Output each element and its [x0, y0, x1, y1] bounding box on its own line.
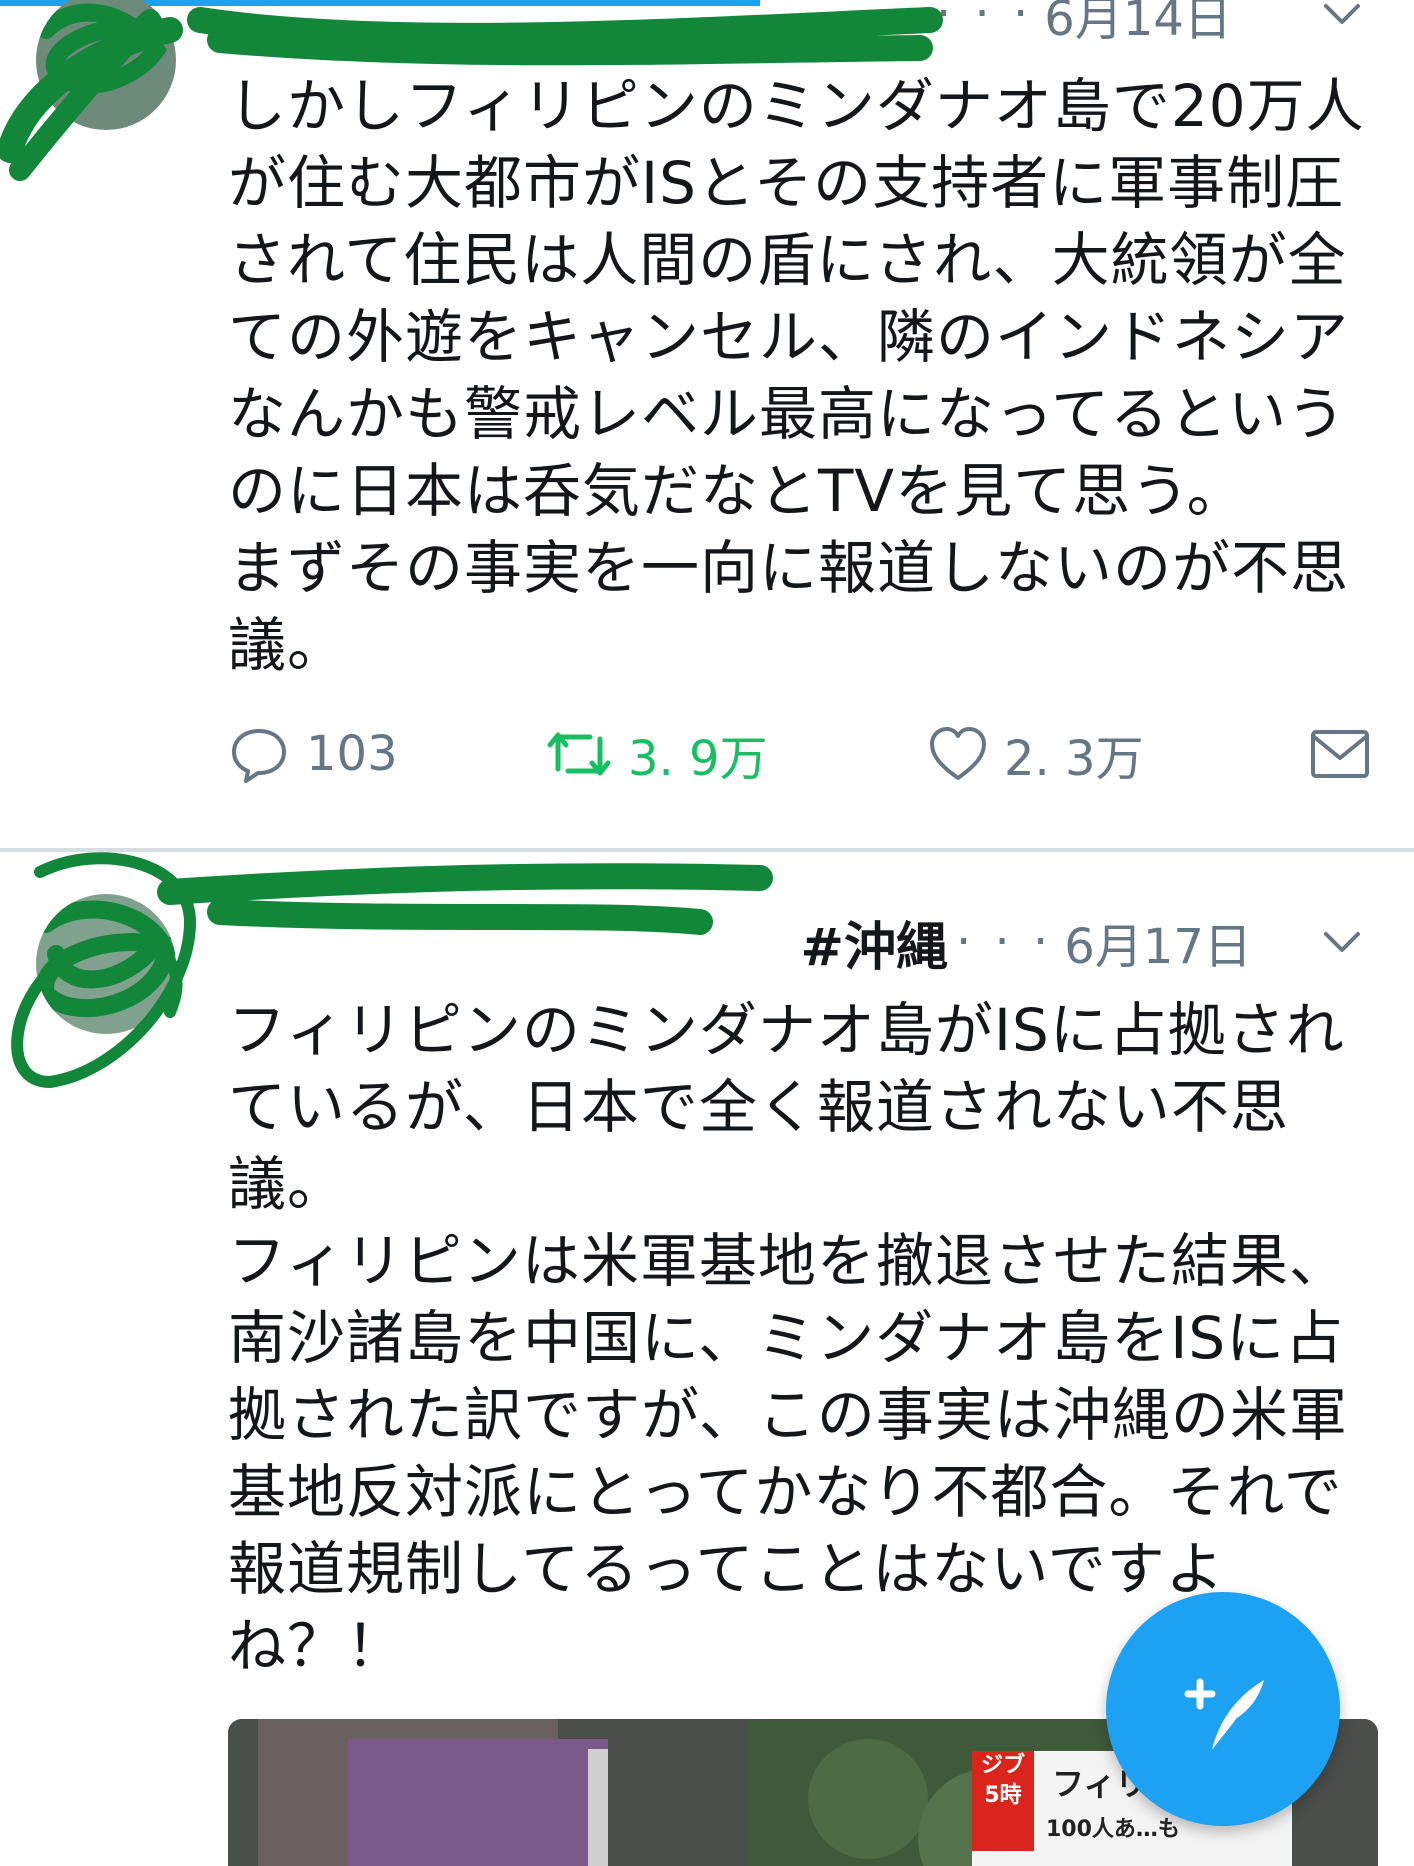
news-program-badge: ジブ 5時 — [972, 1751, 1034, 1851]
retweet-button[interactable]: 3. 9万 — [546, 714, 768, 794]
chevron-down-icon[interactable] — [1320, 0, 1364, 48]
tweet-text: フィリピンのミンダナオ島がISに占拠され ているが、日本で全く報道されない不思 … — [228, 996, 1348, 1680]
tweet-date[interactable]: 6月14日 — [1044, 0, 1232, 49]
avatar[interactable] — [36, 0, 176, 130]
retweet-count: 3. 9万 — [628, 731, 768, 787]
retweet-icon — [547, 732, 611, 776]
compose-tweet-button[interactable] — [1106, 1592, 1340, 1826]
avatar-redaction-scribble — [36, 900, 176, 1017]
tweet-header: · · · 6月14日 — [228, 0, 1374, 47]
tweet-text: しかしフィリピンのミンダナオ島で20万人 が住む大都市がISとその支持者に軍事制… — [228, 72, 1365, 679]
tweet-actions: 103 3. 9万 2. 3万 — [228, 714, 1388, 794]
like-button[interactable]: 2. 3万 — [928, 714, 1144, 794]
dot-separator: · · · — [956, 914, 1053, 970]
tweet-header: #沖縄 · · · 6月17日 — [228, 912, 1374, 978]
heart-icon — [930, 727, 986, 780]
like-count: 2. 3万 — [1004, 731, 1144, 787]
reply-icon — [232, 729, 286, 783]
chevron-down-icon[interactable] — [1320, 920, 1364, 976]
avatar[interactable] — [36, 894, 176, 1034]
mail-icon — [1311, 730, 1369, 778]
tweet[interactable]: · · · 6月14日 しかしフィリピンのミンダナオ島で20万人 が住む大都市が… — [0, 0, 1414, 852]
avatar-redaction-scribble — [37, 3, 168, 94]
direct-message-button[interactable] — [1310, 714, 1386, 794]
author-name[interactable]: #沖縄 — [228, 905, 948, 980]
timeline: · · · 6月14日 しかしフィリピンのミンダナオ島で20万人 が住む大都市が… — [0, 0, 1414, 1866]
caption-line-2: 100人あ…も — [1046, 1817, 1180, 1842]
dot-separator: · · · — [936, 0, 1033, 42]
reply-button[interactable]: 103 — [228, 714, 398, 794]
tweet-date[interactable]: 6月17日 — [1064, 907, 1252, 977]
compose-icon — [1184, 1678, 1264, 1750]
reply-count: 103 — [306, 726, 398, 782]
